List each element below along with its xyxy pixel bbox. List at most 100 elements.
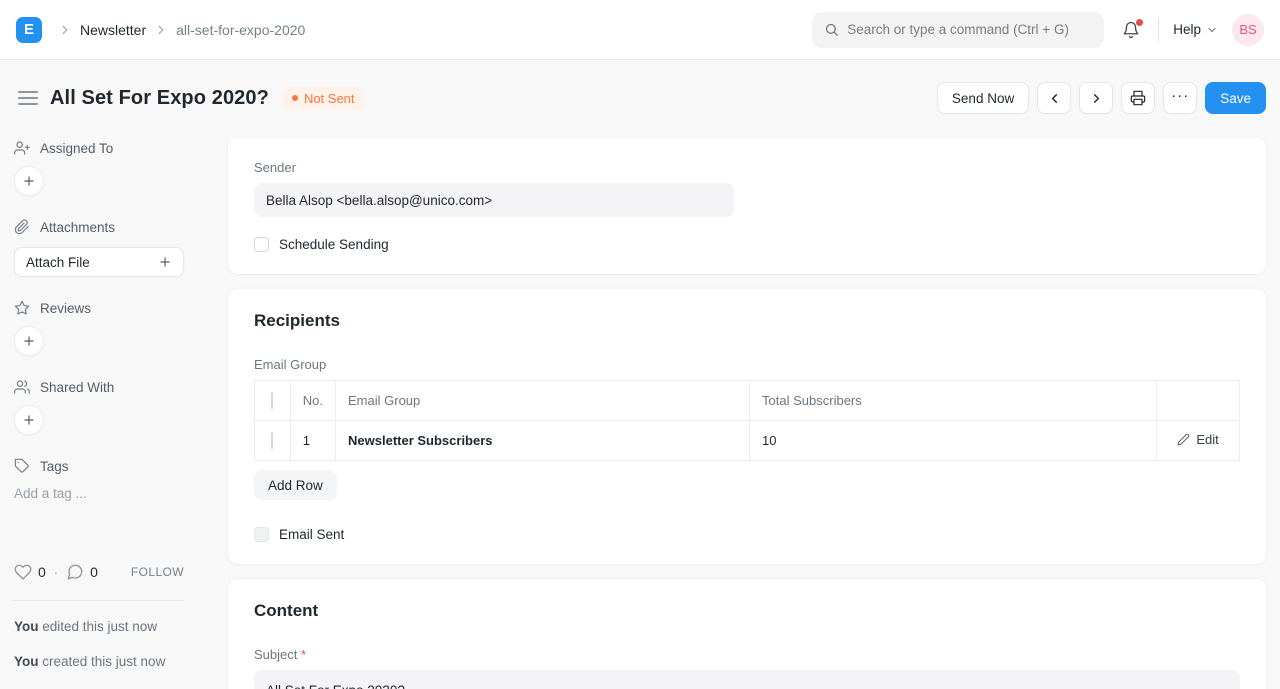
subject-field-label: Subject * [254,647,1240,662]
sender-field[interactable]: Bella Alsop <bella.alsop@unico.com> [254,183,734,217]
attach-file-label: Attach File [26,255,90,270]
schedule-sending-checkbox[interactable] [254,237,269,252]
help-dropdown[interactable]: Help [1173,22,1218,37]
assigned-to-label: Assigned To [40,141,113,156]
email-group-table: No. Email Group Total Subscribers 1 News… [254,380,1240,461]
attachments-section: Attachments Attach File [14,219,184,277]
recipients-heading: Recipients [254,311,1240,331]
users-icon [14,379,30,395]
attachments-label: Attachments [40,220,115,235]
print-button[interactable] [1121,82,1155,114]
paperclip-icon [14,219,30,235]
form-sidebar: Assigned To Attachments Attach File Revi… [14,140,184,688]
send-now-button[interactable]: Send Now [937,82,1029,114]
row-edit-button[interactable]: Edit [1177,432,1218,447]
chevron-left-icon [1047,91,1062,106]
add-tag-input[interactable]: Add a tag ... [14,486,184,501]
chevron-right-icon [154,23,168,37]
assigned-to-header: Assigned To [14,140,184,156]
user-plus-icon [14,140,30,156]
email-group-link[interactable]: Newsletter Subscribers [348,433,493,448]
email-sent-row: Email Sent [254,527,1240,542]
prev-document-button[interactable] [1037,82,1071,114]
table-row: 1 Newsletter Subscribers 10 Edit [255,421,1240,461]
shared-with-header: Shared With [14,379,184,395]
plus-icon [22,413,36,427]
star-icon [14,300,30,316]
schedule-sending-row: Schedule Sending [254,237,1240,252]
reviews-label: Reviews [40,301,91,316]
comments-count: 0 [90,564,98,580]
sender-field-label: Sender [254,160,1240,175]
plus-icon [158,255,172,269]
recipients-card: Recipients Email Group No. Email Group T… [228,289,1266,564]
sender-card: Sender Bella Alsop <bella.alsop@unico.co… [228,138,1266,274]
add-row-button[interactable]: Add Row [254,470,337,500]
col-header-total-subscribers: Total Subscribers [750,381,1157,421]
activity-text: created this just now [39,654,166,669]
col-header-no: No. [290,381,335,421]
content-card: Content Subject * All Set For Expo 2020? [228,579,1266,689]
menu-button[interactable]: ··· [1163,82,1197,114]
comment-icon[interactable] [66,563,84,581]
activity-text: edited this just now [39,619,158,634]
col-header-actions [1157,381,1240,421]
activity-edited: You edited this just now [14,618,184,636]
heart-icon[interactable] [14,563,32,581]
form-body: Sender Bella Alsop <bella.alsop@unico.co… [228,138,1266,689]
sidebar-toggle-icon[interactable] [16,85,40,111]
reviews-header: Reviews [14,300,184,316]
next-document-button[interactable] [1079,82,1113,114]
plus-icon [22,174,36,188]
notification-dot [1136,19,1143,26]
sidebar-divider [14,600,184,601]
email-sent-checkbox [254,527,269,542]
attachments-header: Attachments [14,219,184,235]
plus-icon [22,334,36,348]
row-checkbox[interactable] [271,432,273,449]
search-placeholder: Search or type a command (Ctrl + G) [847,22,1069,37]
page-title: All Set For Expo 2020? [50,87,269,110]
subject-field[interactable]: All Set For Expo 2020? [254,670,1240,689]
tags-header: Tags [14,458,184,474]
subject-label-text: Subject [254,647,297,662]
search-icon [824,22,839,37]
save-button[interactable]: Save [1205,82,1266,114]
select-all-checkbox[interactable] [271,392,273,409]
activity-created: You created this just now [14,653,184,671]
total-subscribers-cell: 10 [750,421,1157,461]
schedule-sending-label: Schedule Sending [279,237,389,252]
likes-count: 0 [38,564,46,580]
tags-label: Tags [40,459,69,474]
email-group-field-label: Email Group [254,357,1240,372]
notifications-bell-icon[interactable] [1118,17,1144,43]
page-head: All Set For Expo 2020? Not Sent Send Now… [16,70,1266,126]
status-badge: Not Sent [283,87,365,110]
activity-who: You [14,619,39,634]
reviews-section: Reviews [14,300,184,356]
tags-section: Tags Add a tag ... [14,458,184,501]
add-share-button[interactable] [14,405,44,435]
col-header-email-group: Email Group [336,381,750,421]
attach-file-button[interactable]: Attach File [14,247,184,277]
status-dot-icon [292,95,298,101]
pencil-icon [1177,433,1190,446]
dot-separator: · [54,565,58,580]
shared-with-section: Shared With [14,379,184,435]
follow-button[interactable]: FOLLOW [131,565,184,579]
chevron-down-icon [1206,24,1218,36]
user-avatar[interactable]: BS [1232,14,1264,46]
status-label: Not Sent [304,91,355,106]
add-assignment-button[interactable] [14,166,44,196]
breadcrumb: Newsletter all-set-for-expo-2020 [58,22,305,38]
search-input[interactable]: Search or type a command (Ctrl + G) [812,12,1104,48]
help-label: Help [1173,22,1201,37]
assigned-to-section: Assigned To [14,140,184,196]
breadcrumb-parent[interactable]: Newsletter [80,22,146,38]
social-row: 0 · 0 FOLLOW [14,563,184,581]
edit-label: Edit [1196,432,1218,447]
app-logo[interactable]: E [16,17,42,43]
content-heading: Content [254,601,1240,621]
add-review-button[interactable] [14,326,44,356]
required-marker: * [301,647,306,662]
